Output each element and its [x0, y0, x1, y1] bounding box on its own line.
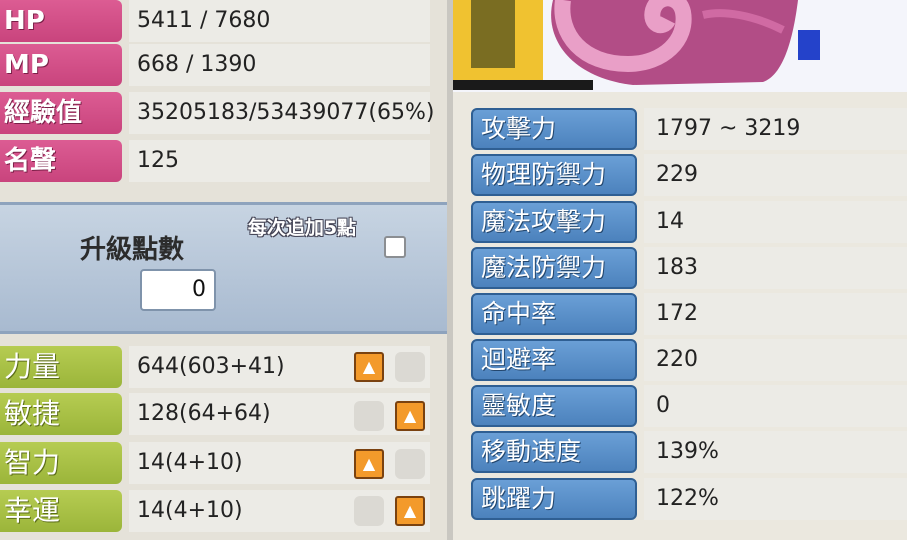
ability-points-section: 升級點數 0: [0, 202, 447, 334]
stat-label: 經驗值: [0, 92, 122, 134]
int-blank-slot: [395, 449, 425, 479]
stat-value: 125: [129, 140, 430, 182]
stat-label: 力量: [0, 346, 122, 388]
detail-label: 魔法防禦力: [471, 247, 637, 289]
dex-up-button[interactable]: ▲: [395, 401, 425, 431]
detail-value: 220: [644, 339, 907, 381]
detail-label: 命中率: [471, 293, 637, 335]
detail-value: 122%: [644, 478, 907, 520]
detail-label: 物理防禦力: [471, 154, 637, 196]
arrow-up-icon: ▲: [362, 454, 376, 473]
stat-value: 35205183/53439077(65%): [129, 92, 434, 134]
detail-label: 靈敏度: [471, 385, 637, 427]
detail-label: 跳躍力: [471, 478, 637, 520]
luk-blank-slot: [354, 496, 384, 526]
detail-label: 移動速度: [471, 431, 637, 473]
pink-spiral-art: [453, 0, 907, 92]
str-up-button[interactable]: ▲: [354, 352, 384, 382]
stat-label: HP: [0, 0, 122, 42]
arrow-up-icon: ▲: [403, 501, 417, 520]
detail-value: 139%: [644, 431, 907, 473]
arrow-up-icon: ▲: [362, 357, 376, 376]
stat-label: MP: [0, 44, 122, 86]
detail-value: 172: [644, 293, 907, 335]
detail-label: 攻擊力: [471, 108, 637, 150]
luk-up-button[interactable]: ▲: [395, 496, 425, 526]
dex-blank-slot: [354, 401, 384, 431]
stat-value: 128(64+64): [129, 393, 430, 435]
stat-value: 14(4+10): [129, 490, 430, 532]
ability-points-title: 升級點數: [80, 235, 185, 265]
stat-value: 668 / 1390: [129, 44, 430, 86]
detail-value: 183: [644, 247, 907, 289]
stat-value: 644(603+41): [129, 346, 430, 388]
stat-value: 14(4+10): [129, 442, 430, 484]
stat-label: 智力: [0, 442, 122, 484]
stat-label: 敏捷: [0, 393, 122, 435]
detail-value: 0: [644, 385, 907, 427]
stat-value: 5411 / 7680: [129, 0, 430, 42]
stat-label: 名聲: [0, 140, 122, 182]
detail-value: 1797 ~ 3219: [644, 108, 907, 150]
character-art: [453, 0, 907, 92]
detail-value: 14: [644, 201, 907, 243]
detail-label: 迴避率: [471, 339, 637, 381]
detail-label: 魔法攻擊力: [471, 201, 637, 243]
auto-add-label: 每次追加5點: [247, 217, 357, 239]
detail-value: 229: [644, 154, 907, 196]
str-blank-slot: [395, 352, 425, 382]
auto-add-checkbox[interactable]: [384, 236, 406, 258]
arrow-up-icon: ▲: [403, 406, 417, 425]
int-up-button[interactable]: ▲: [354, 449, 384, 479]
ability-points-value: 0: [140, 269, 216, 311]
stat-label: 幸運: [0, 490, 122, 532]
